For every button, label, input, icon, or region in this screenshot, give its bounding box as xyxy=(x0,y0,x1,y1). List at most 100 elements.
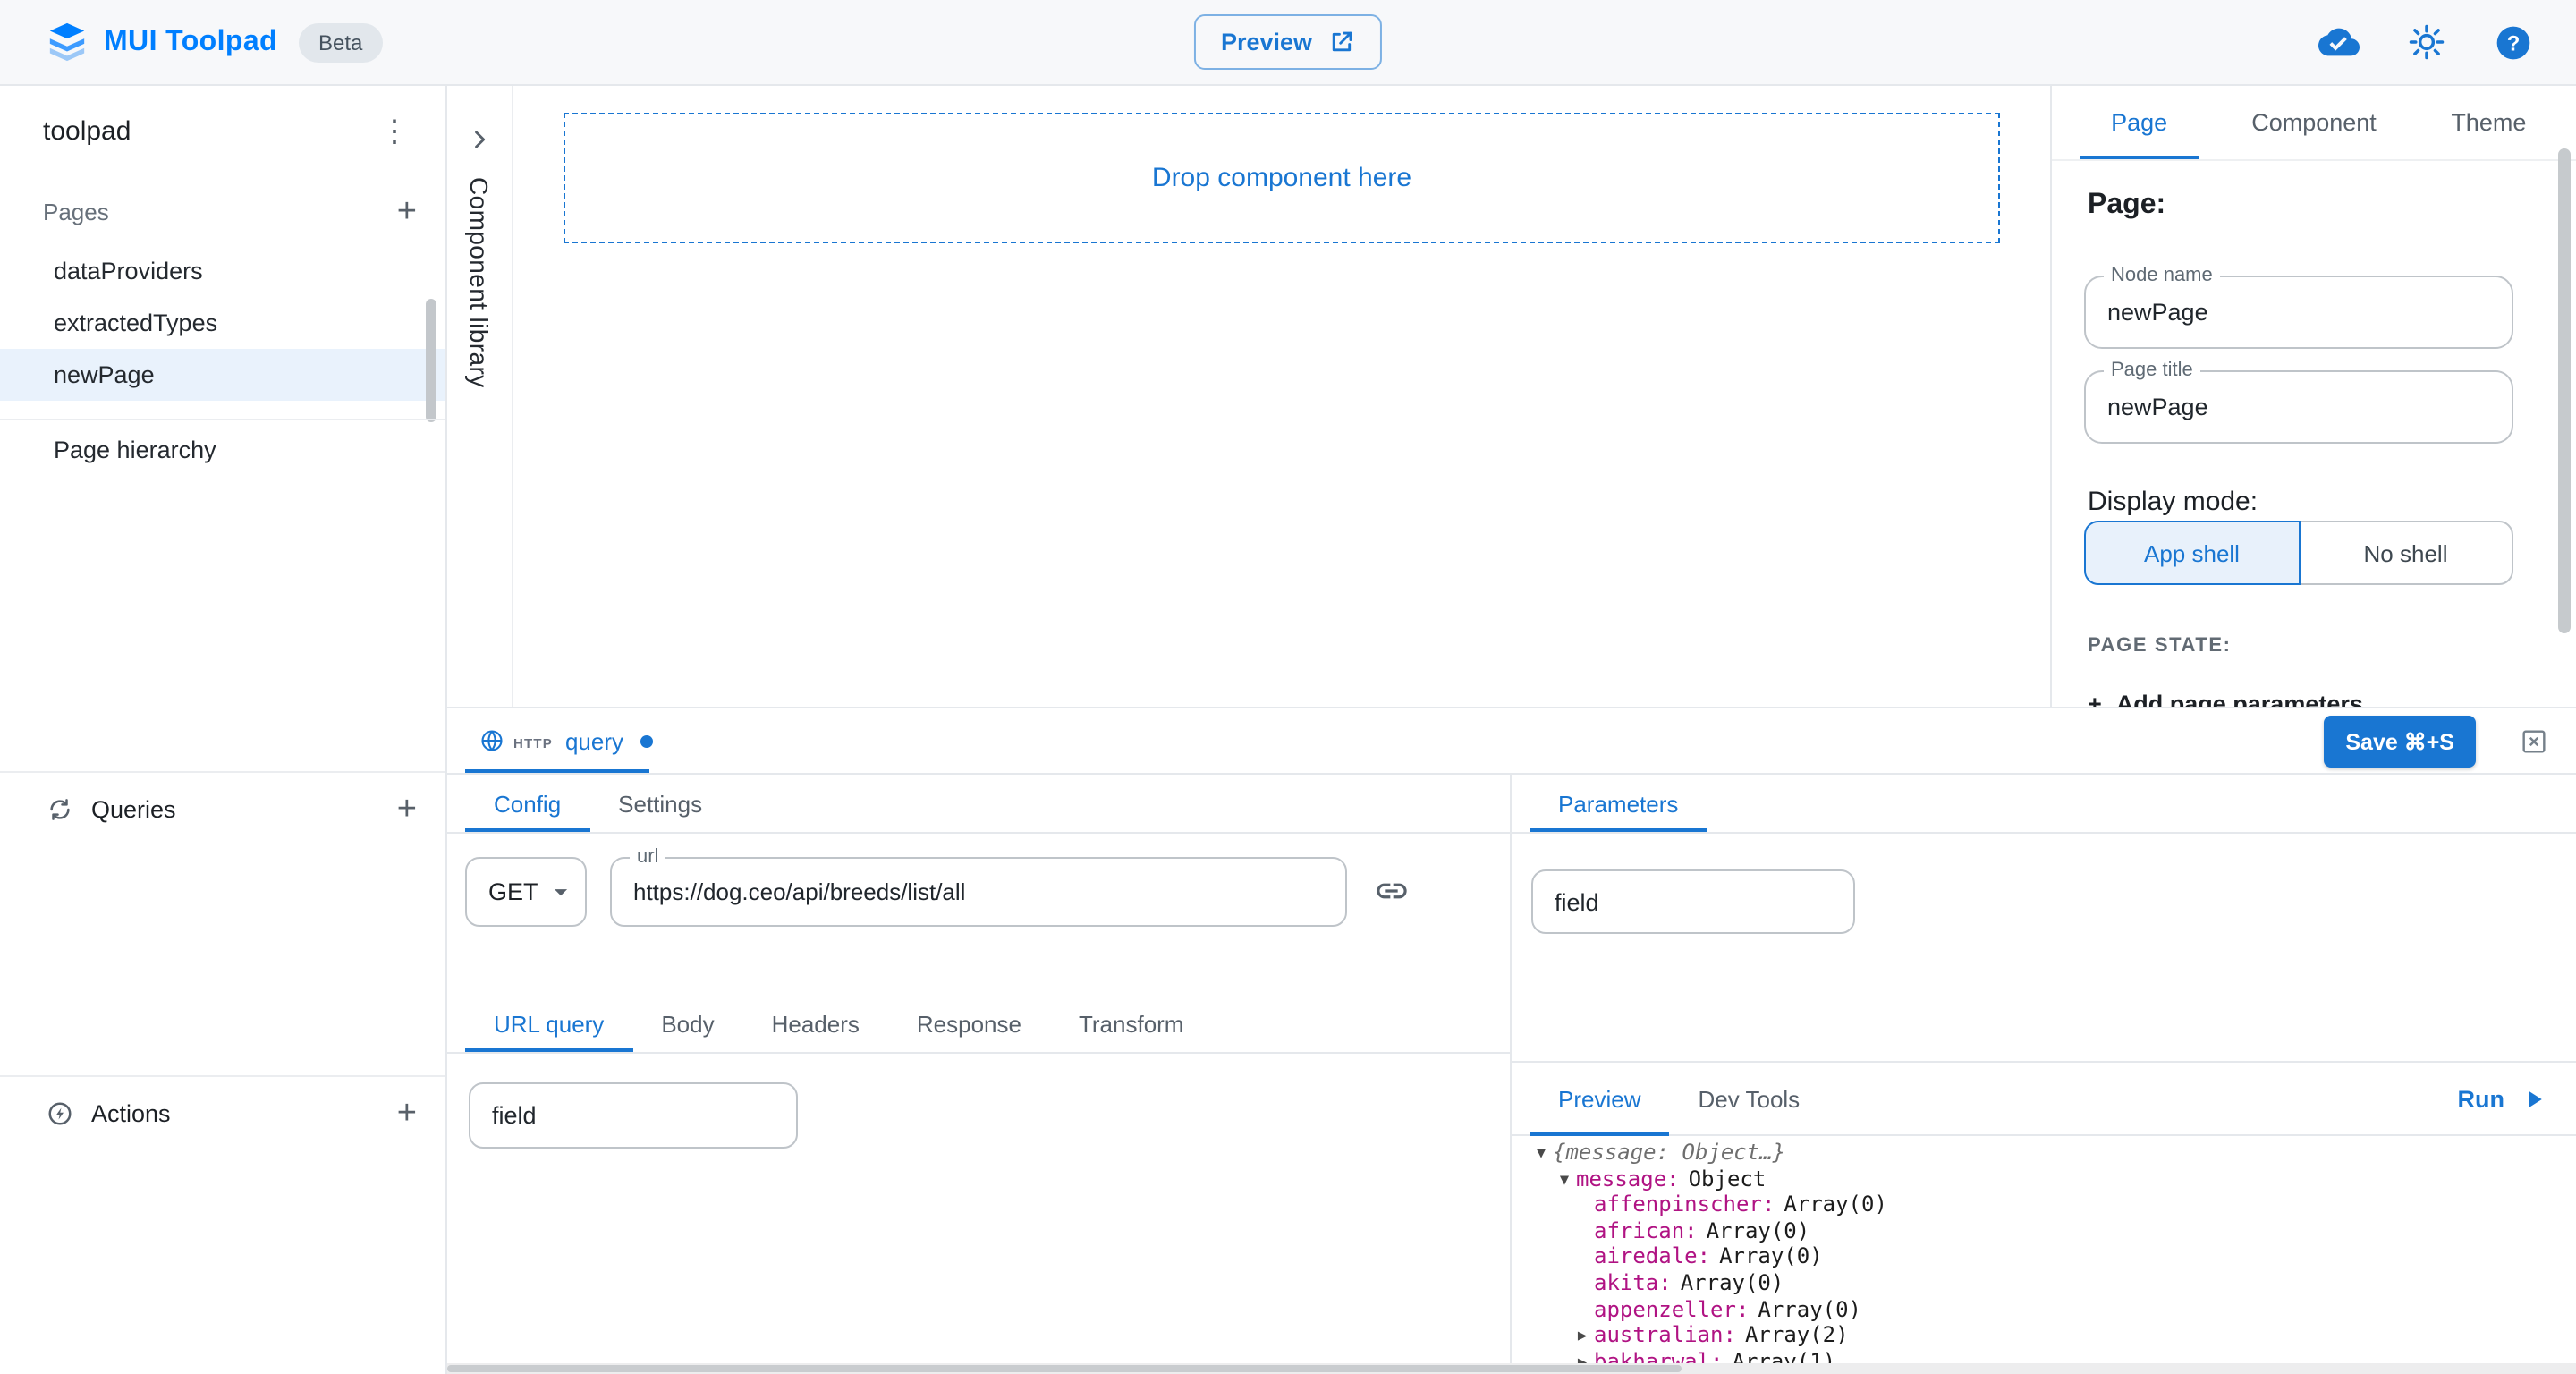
sidebar-item-extractedtypes[interactable]: extractedTypes xyxy=(0,297,445,349)
tab-body[interactable]: Body xyxy=(632,995,742,1052)
url-query-param-field xyxy=(469,1082,798,1149)
json-tree-row[interactable]: ▶bakharwal:Array(1) xyxy=(1530,1349,2576,1364)
canvas-area: Component library Drop component here xyxy=(447,86,2050,707)
preview-button[interactable]: Preview xyxy=(1194,14,1382,70)
config-tabs: Config Settings xyxy=(447,775,1510,834)
node-name-label: Node name xyxy=(2104,265,2220,288)
inspector-scrollbar-thumb[interactable] xyxy=(2558,148,2571,633)
tab-url-query[interactable]: URL query xyxy=(465,995,632,1052)
drop-zone[interactable]: Drop component here xyxy=(564,113,2000,243)
add-page-button[interactable]: + xyxy=(390,194,424,228)
pages-scrollbar-thumb[interactable] xyxy=(426,299,436,422)
json-tree-row[interactable]: appenzeller:Array(0) xyxy=(1530,1296,2576,1322)
request-config-pane: Config Settings GET url xyxy=(447,775,1512,1374)
run-button[interactable]: Run xyxy=(2429,1063,2576,1134)
request-tabs: URL query Body Headers Response Transfor… xyxy=(447,995,1510,1054)
parameter-field xyxy=(1531,869,1855,934)
tab-parameters[interactable]: Parameters xyxy=(1530,775,1707,832)
json-tree-row[interactable]: ▼{message: Object…} xyxy=(1530,1140,2576,1166)
tab-preview[interactable]: Preview xyxy=(1530,1063,1670,1134)
url-input[interactable] xyxy=(612,859,1345,925)
inspector-tabs: Page Component Theme xyxy=(2052,86,2576,161)
theme-toggle-icon[interactable] xyxy=(2408,23,2445,61)
app-title: MUI Toolpad xyxy=(104,26,277,58)
component-library-label: Component library xyxy=(465,177,494,388)
url-query-param-input[interactable] xyxy=(470,1084,796,1147)
query-tab[interactable]: HTTP query xyxy=(469,708,663,773)
close-panel-icon[interactable] xyxy=(2519,726,2549,757)
help-icon[interactable]: ? xyxy=(2494,22,2533,62)
json-tree-row[interactable]: ▼message:Object xyxy=(1530,1166,2576,1192)
inspector-panel: Page Component Theme Page: Node name Pag… xyxy=(2050,86,2576,707)
horizontal-scrollbar[interactable] xyxy=(447,1363,2576,1374)
tab-settings[interactable]: Settings xyxy=(589,775,731,832)
queries-section-header: Queries + xyxy=(0,782,445,835)
query-editor-body: Config Settings GET url xyxy=(447,775,2576,1374)
toolpad-app: MUI Toolpad Beta Preview xyxy=(0,0,2576,1374)
tab-headers[interactable]: Headers xyxy=(743,995,888,1052)
http-icon xyxy=(479,728,504,753)
tab-component[interactable]: Component xyxy=(2226,86,2401,159)
tab-config[interactable]: Config xyxy=(465,775,589,832)
parameter-input[interactable] xyxy=(1533,871,1853,932)
json-tree-row[interactable]: airedale:Array(0) xyxy=(1530,1244,2576,1270)
component-library-toggle[interactable]: Component library xyxy=(447,86,513,707)
app-bar-actions: ? xyxy=(2318,21,2533,63)
queries-section-label: Queries xyxy=(91,795,176,822)
add-page-parameters-button[interactable]: + Add page parameters xyxy=(2088,691,2363,707)
brand-home-link[interactable]: MUI Toolpad xyxy=(47,21,277,63)
save-button[interactable]: Save ⌘+S xyxy=(2324,716,2476,768)
chevron-right-icon xyxy=(467,127,492,152)
display-mode-label: Display mode: xyxy=(2088,487,2258,517)
result-tabs: Preview Dev Tools Run xyxy=(1512,1061,2576,1136)
tab-response[interactable]: Response xyxy=(888,995,1050,1052)
tab-dev-tools[interactable]: Dev Tools xyxy=(1670,1063,1829,1134)
actions-icon xyxy=(47,1099,73,1126)
unsaved-indicator-dot xyxy=(640,734,652,747)
link-icon[interactable] xyxy=(1374,873,1410,909)
plus-icon: + xyxy=(2088,691,2102,707)
node-name-field: Node name xyxy=(2084,276,2513,349)
actions-section-label: Actions xyxy=(91,1099,171,1126)
add-action-button[interactable]: + xyxy=(390,1096,424,1130)
actions-section-header: Actions + xyxy=(0,1086,445,1140)
query-protocol-label: HTTP xyxy=(513,734,553,751)
sidebar-item-page-hierarchy[interactable]: Page hierarchy xyxy=(0,424,445,476)
play-icon xyxy=(2521,1085,2547,1112)
json-preview-tree[interactable]: ▼{message: Object…} ▼message:Object affe… xyxy=(1512,1136,2576,1363)
beta-badge: Beta xyxy=(299,22,382,62)
add-query-button[interactable]: + xyxy=(390,792,424,826)
json-tree-row[interactable]: ▶australian:Array(2) xyxy=(1530,1322,2576,1348)
page-title-label: Page title xyxy=(2104,360,2200,383)
divider xyxy=(0,1075,445,1077)
svg-text:?: ? xyxy=(2507,30,2521,55)
json-tree-row[interactable]: african:Array(0) xyxy=(1530,1218,2576,1244)
tab-transform[interactable]: Transform xyxy=(1050,995,1213,1052)
queries-icon xyxy=(47,795,73,822)
sidebar-item-dataproviders[interactable]: dataProviders xyxy=(0,245,445,297)
json-tree-row[interactable]: akita:Array(0) xyxy=(1530,1270,2576,1296)
inspector-heading: Page: xyxy=(2088,190,2165,222)
app-shell-option[interactable]: App shell xyxy=(2084,521,2300,585)
url-field-label: url xyxy=(630,846,665,869)
explorer-sidebar: toolpad ⋮ Pages + dataProviders extracte… xyxy=(0,86,447,1374)
divider xyxy=(0,419,445,420)
tab-page[interactable]: Page xyxy=(2052,86,2226,159)
project-menu-icon[interactable]: ⋮ xyxy=(379,115,410,146)
method-select[interactable]: GET xyxy=(465,857,587,927)
horizontal-scrollbar-thumb[interactable] xyxy=(447,1365,1682,1372)
parameters-tabs: Parameters xyxy=(1512,775,2576,834)
json-tree-row[interactable]: affenpinscher:Array(0) xyxy=(1530,1192,2576,1217)
sidebar-item-newpage[interactable]: newPage xyxy=(0,349,445,401)
app-bar: MUI Toolpad Beta Preview xyxy=(0,0,2576,86)
no-shell-option[interactable]: No shell xyxy=(2298,521,2513,585)
project-name: toolpad xyxy=(43,115,131,146)
toolpad-logo-icon xyxy=(47,21,88,63)
drop-zone-text: Drop component here xyxy=(1152,163,1411,193)
tab-theme[interactable]: Theme xyxy=(2402,86,2576,159)
query-editor-panel: HTTP query Save ⌘+S Config Settings xyxy=(447,707,2576,1374)
page-title-field: Page title xyxy=(2084,370,2513,444)
display-mode-toggle: App shell No shell xyxy=(2084,521,2513,585)
pages-section-label: Pages xyxy=(43,198,109,225)
cloud-sync-icon[interactable] xyxy=(2318,21,2360,63)
